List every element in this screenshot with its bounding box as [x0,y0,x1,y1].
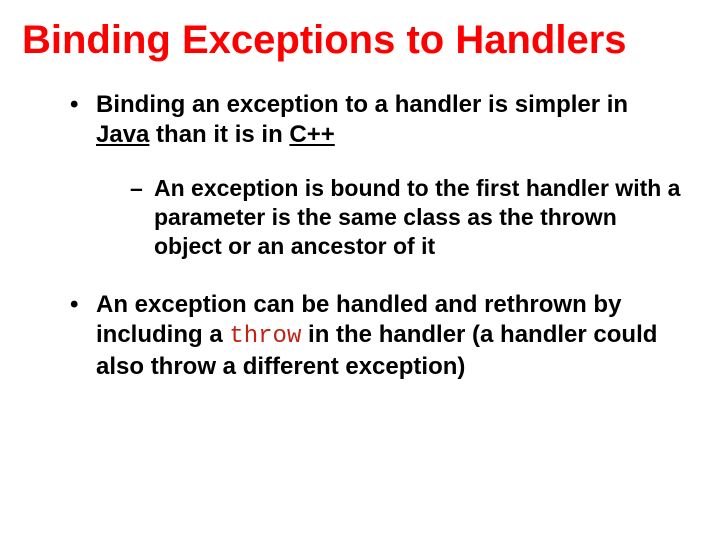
keyword-throw: throw [229,323,301,350]
sub-bullet-1: An exception is bound to the first handl… [130,174,684,260]
keyword-java: Java [96,121,149,148]
bullet-1: Binding an exception to a handler is sim… [70,90,684,260]
bullet-2: An exception can be handled and rethrown… [70,290,684,382]
bullet-1-text-pre: Binding an exception to a handler is sim… [96,91,628,118]
slide-title: Binding Exceptions to Handlers [22,18,698,62]
keyword-cpp: C++ [289,121,334,148]
bullet-list: Binding an exception to a handler is sim… [22,90,698,382]
sub-bullet-list: An exception is bound to the first handl… [96,174,684,260]
slide: Binding Exceptions to Handlers Binding a… [0,0,720,540]
bullet-1-text-mid: than it is in [149,121,289,148]
